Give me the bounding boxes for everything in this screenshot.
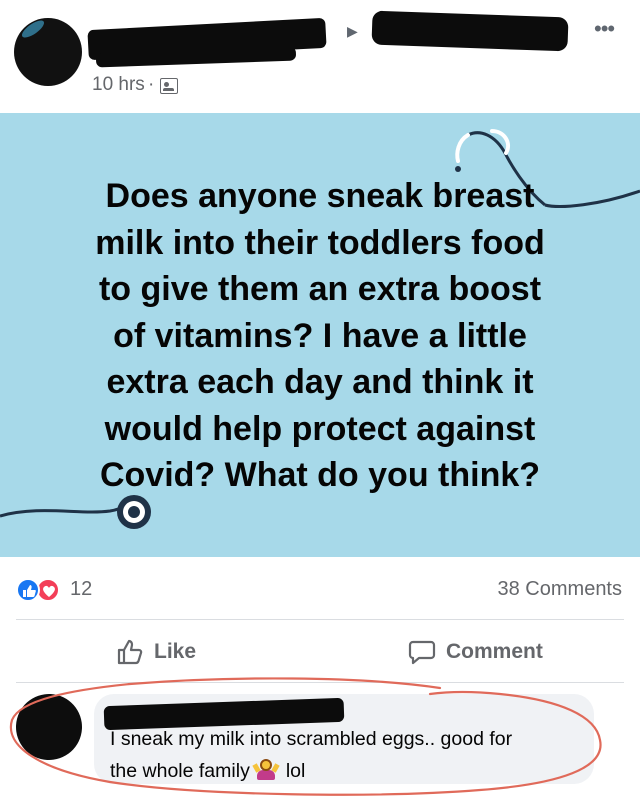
comment-text-segment: lol <box>285 760 306 782</box>
post-text-line: extra each day and think it <box>106 363 534 401</box>
comment-bubble-icon <box>408 640 436 665</box>
commenter-avatar[interactable] <box>11 689 87 765</box>
like-button-label: Like <box>154 640 197 663</box>
thumbs-up-icon <box>117 639 143 665</box>
post-text: Does anyone sneak breast milk into their… <box>20 173 620 499</box>
like-reaction-icon[interactable] <box>16 578 40 602</box>
woman-shrugging-emoji-icon <box>252 759 280 781</box>
post-text-line: milk into their toddlers food <box>95 223 545 262</box>
divider <box>16 682 624 683</box>
comment-text-line: I sneak my milk into scrambled eggs.. go… <box>110 728 513 750</box>
reaction-count[interactable]: 12 <box>70 578 92 601</box>
comment-text-segment: the whole family <box>110 760 250 782</box>
divider <box>16 619 624 620</box>
post-text-line: would help protect against <box>104 409 536 448</box>
arrow-right-icon: ▶ <box>347 23 358 39</box>
more-options-icon[interactable]: ••• <box>594 18 615 40</box>
group-audience-icon[interactable] <box>160 78 178 94</box>
post-text-line: of vitamins? I have a little <box>113 316 527 355</box>
comment-button-label: Comment <box>446 640 543 663</box>
comment-button[interactable]: Comment <box>408 634 543 670</box>
post-background-card: Does anyone sneak breast milk into their… <box>0 113 640 557</box>
comment-text-line: the whole family lol <box>110 759 305 783</box>
post-text-line: Covid? What do you think? <box>99 456 541 494</box>
redacted-group-name <box>371 10 569 52</box>
like-button[interactable]: Like <box>116 634 196 670</box>
post-text-line: Does anyone sneak breast <box>105 177 535 215</box>
author-avatar[interactable] <box>14 18 82 86</box>
comments-count-link[interactable]: 38 Comments <box>470 578 623 601</box>
post-timestamp[interactable]: 10 hrs <box>92 74 145 96</box>
post-text-line: to give them an extra boost <box>98 270 542 308</box>
separator-dot: · <box>148 74 155 95</box>
